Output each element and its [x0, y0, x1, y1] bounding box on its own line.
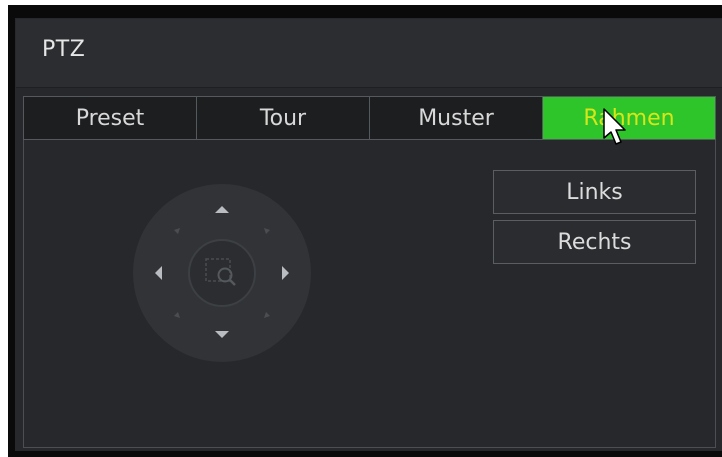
links-button[interactable]: Links	[493, 170, 696, 214]
ptz-joystick[interactable]	[132, 183, 312, 363]
mouse-cursor-icon	[603, 108, 626, 145]
title-bar: PTZ	[16, 19, 722, 88]
tab-muster[interactable]: Muster	[370, 97, 543, 139]
rechts-button[interactable]: Rechts	[493, 220, 696, 264]
tab-preset[interactable]: Preset	[24, 97, 197, 139]
joystick-center[interactable]	[188, 239, 256, 307]
tab-tour[interactable]: Tour	[197, 97, 370, 139]
tab-rahmen[interactable]: Rahmen	[543, 97, 715, 139]
window-title: PTZ	[42, 37, 86, 62]
